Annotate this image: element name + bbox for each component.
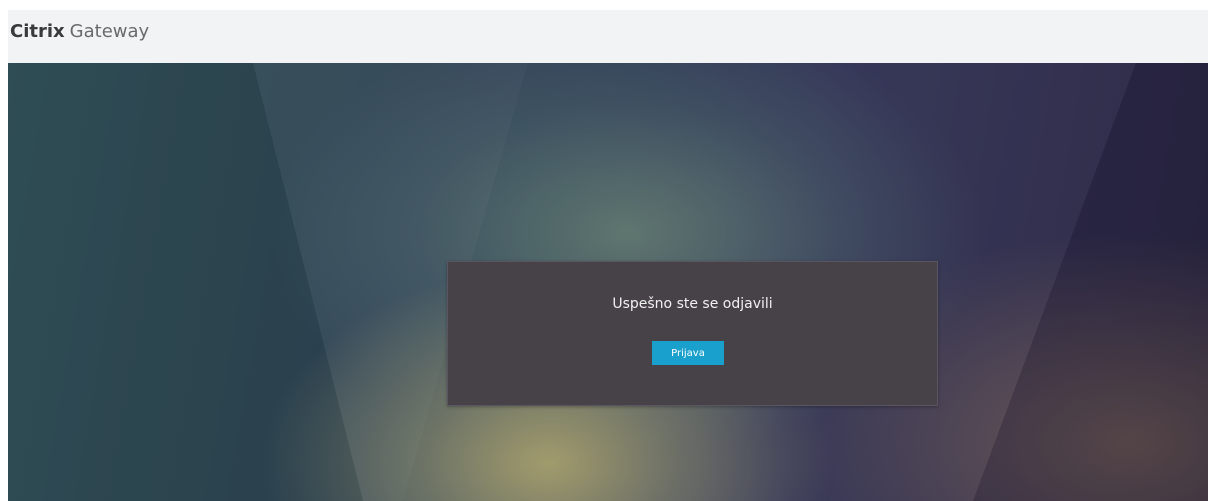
top-bar: Citrix Gateway [8,10,1208,63]
brand-name: Citrix [10,21,65,42]
background-stage: Uspešno ste se odjavili Prijava [8,63,1208,501]
logout-message: Uspešno ste se odjavili [612,296,773,312]
brand-logo: Citrix Gateway [10,21,149,42]
login-button[interactable]: Prijava [652,341,724,365]
brand-product: Gateway [69,21,150,42]
logout-dialog: Uspešno ste se odjavili Prijava [447,261,938,406]
